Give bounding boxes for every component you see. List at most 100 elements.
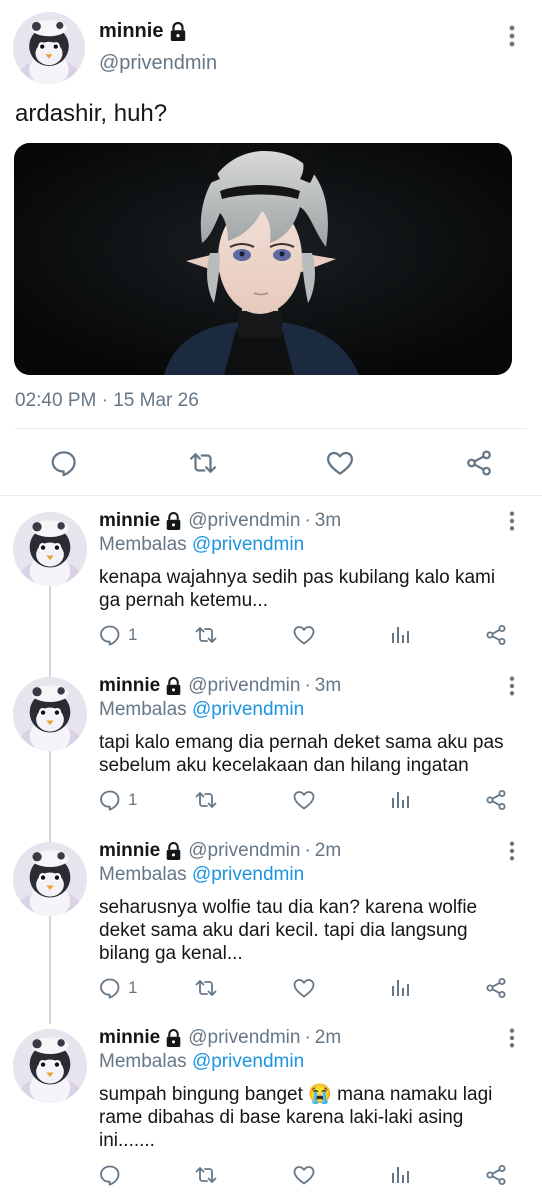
reply-tweet[interactable]: minnie @privendmin · 2m Membalas @priven… bbox=[0, 832, 542, 1020]
more-vertical-icon[interactable] bbox=[503, 1027, 521, 1049]
retweet-icon[interactable] bbox=[188, 448, 218, 478]
avatar[interactable] bbox=[13, 842, 87, 916]
reply-button[interactable]: 1 bbox=[98, 975, 137, 1001]
lock-icon bbox=[165, 842, 182, 861]
reply-button[interactable] bbox=[98, 1162, 128, 1188]
author-name[interactable]: minnie bbox=[99, 20, 163, 43]
more-vertical-icon[interactable] bbox=[502, 24, 522, 48]
retweet-icon bbox=[194, 623, 218, 647]
retweet-icon bbox=[194, 976, 218, 1000]
like-icon[interactable] bbox=[325, 448, 355, 478]
penguin-avatar-icon bbox=[13, 12, 85, 84]
share-button[interactable] bbox=[484, 787, 508, 813]
more-vertical-icon[interactable] bbox=[503, 675, 521, 697]
replying-to-link[interactable]: @privendmin bbox=[192, 699, 304, 720]
penguin-avatar-icon bbox=[13, 677, 87, 751]
like-button[interactable] bbox=[292, 622, 316, 648]
like-icon bbox=[292, 1163, 316, 1187]
analytics-button[interactable] bbox=[388, 787, 412, 813]
author-name[interactable]: minnie bbox=[99, 510, 160, 532]
analytics-icon bbox=[388, 788, 412, 812]
reply-button[interactable]: 1 bbox=[98, 787, 137, 813]
tweet-text: ardashir, huh? bbox=[15, 100, 168, 127]
author-handle[interactable]: @privendmin bbox=[188, 510, 300, 532]
like-button[interactable] bbox=[292, 1162, 316, 1188]
avatar[interactable] bbox=[13, 512, 87, 586]
retweet-button[interactable] bbox=[194, 787, 218, 813]
replying-to-link[interactable]: @privendmin bbox=[192, 1051, 304, 1072]
reply-text: tapi kalo emang dia pernah deket sama ak… bbox=[99, 732, 504, 776]
author-name[interactable]: minnie bbox=[99, 1027, 160, 1049]
replying-to: Membalas @privendmin bbox=[99, 699, 304, 721]
analytics-button[interactable] bbox=[388, 622, 412, 648]
share-icon bbox=[484, 788, 508, 812]
reply-count: 1 bbox=[128, 625, 138, 644]
like-icon bbox=[292, 788, 316, 812]
author-name[interactable]: minnie bbox=[99, 675, 160, 697]
reply-tweet[interactable]: minnie @privendmin · 3m Membalas @priven… bbox=[0, 502, 542, 662]
like-button[interactable] bbox=[292, 787, 316, 813]
analytics-icon bbox=[388, 976, 412, 1000]
penguin-avatar-icon bbox=[13, 842, 87, 916]
analytics-button[interactable] bbox=[388, 1162, 412, 1188]
more-vertical-icon[interactable] bbox=[503, 840, 521, 862]
lock-icon bbox=[165, 1029, 182, 1048]
replying-to-link[interactable]: @privendmin bbox=[192, 864, 304, 885]
reply-time[interactable]: 2m bbox=[315, 1027, 341, 1049]
anime-character-image bbox=[14, 143, 512, 375]
reply-actions: 1 bbox=[0, 787, 542, 817]
separator-dot: · bbox=[304, 675, 311, 696]
like-icon bbox=[292, 976, 316, 1000]
retweet-button[interactable] bbox=[194, 1162, 218, 1188]
reply-icon[interactable] bbox=[49, 448, 79, 478]
retweet-icon bbox=[194, 788, 218, 812]
reply-text: kenapa wajahnya sedih pas kubilang kalo … bbox=[99, 567, 496, 611]
divider bbox=[0, 495, 542, 496]
reply-time[interactable]: 2m bbox=[315, 840, 341, 862]
reply-tweet[interactable]: minnie @privendmin · 2m Membalas @priven… bbox=[0, 1019, 542, 1200]
share-button[interactable] bbox=[484, 975, 508, 1001]
author-name[interactable]: minnie bbox=[99, 840, 160, 862]
reply-icon bbox=[98, 976, 122, 1000]
reply-time[interactable]: 3m bbox=[315, 510, 341, 532]
reply-header: minnie @privendmin · 2m bbox=[99, 1027, 341, 1049]
reply-text: sumpah bingung banget 😭 mana namaku lagi… bbox=[99, 1084, 493, 1151]
lock-icon bbox=[165, 677, 182, 696]
lock-icon bbox=[165, 512, 182, 531]
reply-header: minnie @privendmin · 3m bbox=[99, 675, 341, 697]
like-button[interactable] bbox=[292, 975, 316, 1001]
reply-button[interactable]: 1 bbox=[98, 622, 137, 648]
more-vertical-icon[interactable] bbox=[503, 510, 521, 532]
tweet-timestamp[interactable]: 02:40 PM · 15 Mar 26 bbox=[15, 390, 199, 412]
share-button[interactable] bbox=[484, 622, 508, 648]
replying-prefix: Membalas bbox=[99, 1051, 187, 1072]
author-handle[interactable]: @privendmin bbox=[99, 52, 217, 75]
retweet-button[interactable] bbox=[194, 975, 218, 1001]
avatar[interactable] bbox=[13, 1029, 87, 1103]
author-handle[interactable]: @privendmin bbox=[188, 675, 300, 697]
reply-tweet[interactable]: minnie @privendmin · 3m Membalas @priven… bbox=[0, 667, 542, 827]
author-handle[interactable]: @privendmin bbox=[188, 840, 300, 862]
avatar[interactable] bbox=[13, 677, 87, 751]
share-button[interactable] bbox=[484, 1162, 508, 1188]
retweet-button[interactable] bbox=[194, 622, 218, 648]
main-tweet: minnie @privendmin ardashir, huh? 02:40 … bbox=[0, 0, 542, 496]
reply-time[interactable]: 3m bbox=[315, 675, 341, 697]
lock-icon bbox=[169, 22, 187, 42]
separator-dot: · bbox=[304, 510, 311, 531]
share-icon[interactable] bbox=[464, 448, 494, 478]
replying-prefix: Membalas bbox=[99, 534, 187, 555]
divider bbox=[15, 428, 527, 429]
avatar[interactable] bbox=[13, 12, 85, 84]
author-handle[interactable]: @privendmin bbox=[188, 1027, 300, 1049]
reply-text: seharusnya wolfie tau dia kan? karena wo… bbox=[99, 897, 478, 964]
replying-to: Membalas @privendmin bbox=[99, 534, 304, 556]
reply-count: 1 bbox=[128, 790, 138, 809]
like-icon bbox=[292, 623, 316, 647]
replying-prefix: Membalas bbox=[99, 699, 187, 720]
author-name-row[interactable]: minnie bbox=[99, 20, 187, 43]
replying-to-link[interactable]: @privendmin bbox=[192, 534, 304, 555]
tweet-media-image[interactable] bbox=[14, 143, 512, 375]
penguin-avatar-icon bbox=[13, 512, 87, 586]
analytics-button[interactable] bbox=[388, 975, 412, 1001]
